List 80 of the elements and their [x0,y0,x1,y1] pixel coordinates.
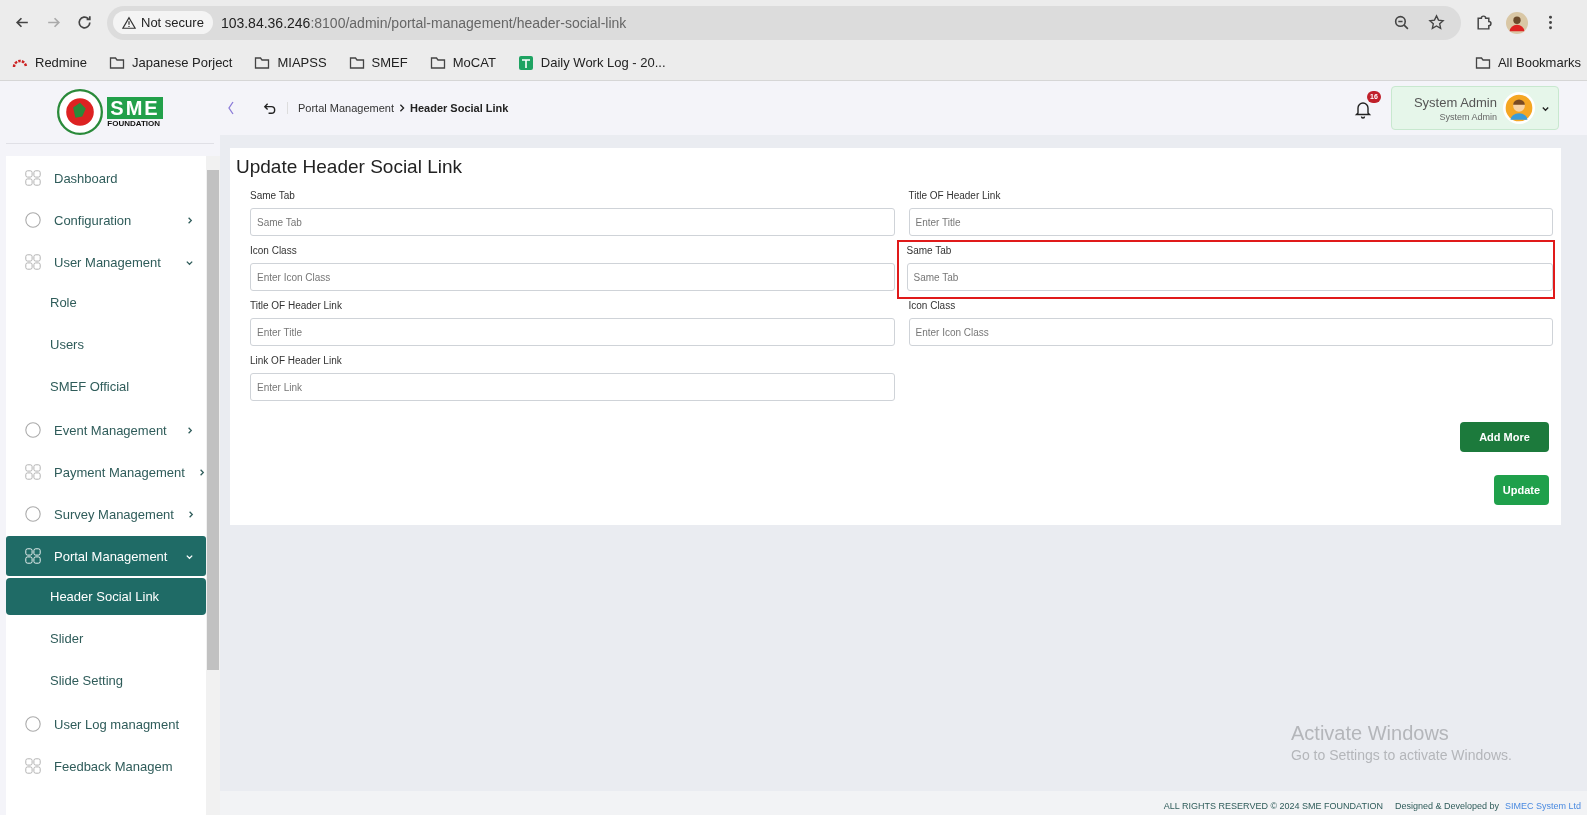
circle-icon [24,715,42,733]
input-field[interactable]: Enter Icon Class [250,263,895,291]
url-path: :8100/admin/portal-management/header-social-link [310,14,627,31]
input-field[interactable]: Enter Title [908,208,1553,236]
sheet-icon [517,54,534,71]
bookmark[interactable]: SMEF [348,54,408,71]
scrollbar[interactable] [206,156,220,815]
input-field[interactable]: Enter Link [250,373,895,401]
url-host: 103.84.36.246 [220,14,311,31]
input-field[interactable]: Same Tab [250,208,895,236]
field-label: Title OF Header Link [908,190,1002,201]
bookmark[interactable]: MIAPSS [254,54,327,71]
chevron-icon [185,215,194,225]
field-label: Same Tab [906,245,953,256]
grid-icon [24,463,42,481]
add-more-button[interactable]: Add More [1460,422,1549,452]
logo-mark: SME [107,96,163,119]
field-label: Same Tab [250,190,296,201]
emblem-icon [57,89,104,135]
circle-icon [24,505,42,523]
bookmark[interactable]: Daily Work Log - 20... [517,54,666,71]
star-icon[interactable] [1428,14,1445,31]
sidebar-subitem[interactable]: Slider [6,620,206,657]
field-label: Icon Class [908,300,957,311]
field-label: Title OF Header Link [250,300,343,311]
input-field[interactable]: Enter Icon Class [908,318,1553,346]
user-menu[interactable]: System Admin System Admin [1390,86,1559,130]
bell-icon[interactable] [1352,99,1373,119]
sidebar-item[interactable]: Portal Management [6,536,206,576]
bookmark[interactable]: Japanese Porject [109,54,233,71]
sidebar-item[interactable]: User Management [6,242,206,282]
sidebar-item[interactable]: User Log managment [6,704,206,744]
folder-icon [109,54,126,71]
sidebar-item[interactable]: Survey Management [6,494,206,534]
not-secure-chip[interactable]: Not secure [113,11,213,34]
collapse-icon[interactable] [226,100,236,116]
circle-icon [24,421,42,439]
sidebar-subitem[interactable]: Header Social Link [6,578,206,615]
page-title: Update Header Social Link [236,156,464,178]
chevron-icon [398,104,406,112]
warning-icon [122,15,136,30]
credit-text: Designed & Developed by [1394,801,1499,811]
profile-avatar[interactable] [1506,11,1528,34]
bookmark[interactable]: MoCAT [429,54,496,71]
address-bar[interactable]: Not secure 103.84.36.246:8100/admin/portal-management/header-social-link [107,5,1461,40]
logo-subtitle: FOUNDATION [107,118,161,128]
input-field[interactable]: Enter Title [250,318,895,346]
sidebar-item[interactable]: Event Management [6,410,206,450]
field-label: Icon Class [250,245,298,256]
sidebar-subitem[interactable]: Users [6,326,206,363]
chevron-icon [185,425,194,435]
reload-icon[interactable] [76,14,93,31]
bookmark[interactable]: Redmine [12,54,88,71]
user-role: System Admin [1439,111,1497,122]
sidebar-subitem[interactable]: Role [6,284,206,321]
circle-icon [24,211,42,229]
all-bookmarks[interactable]: All Bookmarks [1474,54,1581,71]
extensions-icon[interactable] [1475,14,1492,31]
grid-icon [24,757,42,775]
breadcrumb-link[interactable]: Portal Management [298,102,394,114]
field-label: Link OF Header Link [250,355,343,366]
grid-icon [24,253,42,271]
copyright-text: ALL RIGHTS RESERVED © 2024 SME FOUNDATION [1163,801,1383,811]
grid-icon [24,547,42,565]
input-field[interactable]: Same Tab [906,263,1553,291]
sidebar-subitem[interactable]: SMEF Official [6,368,206,405]
sidebar-item[interactable]: Configuration [6,200,206,240]
breadcrumb-current: Header Social Link [410,102,509,114]
user-name: System Admin [1413,94,1497,110]
avatar [1503,92,1535,124]
sidebar-subitem[interactable]: Slide Setting [6,662,206,699]
sidebar-item[interactable]: Feedback Managem [6,746,206,786]
sidebar-item[interactable]: Payment Management [6,452,206,492]
grid-icon [24,169,42,187]
folder-icon [348,54,365,71]
folder-icon [254,54,271,71]
sidebar-item[interactable]: Dashboard [6,158,206,198]
folder-icon [429,54,446,71]
zoom-icon[interactable] [1393,14,1410,31]
folder-icon [1474,54,1491,71]
